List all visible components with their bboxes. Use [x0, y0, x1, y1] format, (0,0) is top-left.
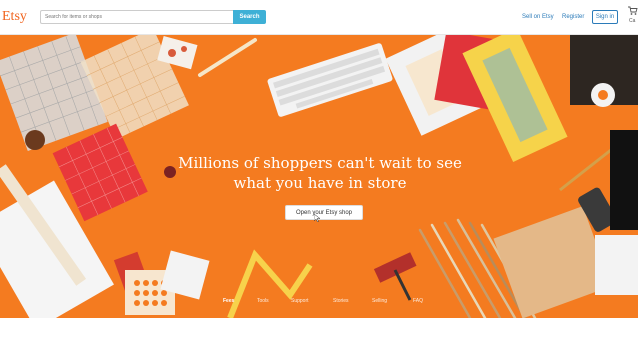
- top-nav-bar: Etsy Search Sell on Etsy Register Sign i…: [0, 0, 638, 35]
- tab-stories[interactable]: Stories: [333, 298, 349, 304]
- hero-banner: Millions of shoppers can't wait to see w…: [0, 35, 638, 318]
- sign-in-button[interactable]: Sign in: [592, 10, 618, 24]
- page-content-area: [0, 318, 638, 358]
- search-input[interactable]: [40, 10, 234, 24]
- cart-label[interactable]: Ca: [629, 18, 635, 24]
- tab-selling[interactable]: Selling: [372, 298, 387, 304]
- tab-support[interactable]: Support: [291, 298, 309, 304]
- search-button[interactable]: Search: [233, 10, 266, 24]
- hero-headline-line-2: what you have in store: [233, 174, 407, 192]
- etsy-logo[interactable]: Etsy: [2, 9, 27, 25]
- hero-headline: Millions of shoppers can't wait to see w…: [170, 153, 470, 193]
- hero-tabs: Fees Tools Support Stories Selling FAQ: [215, 298, 440, 308]
- cart-icon[interactable]: [628, 6, 638, 16]
- hero-headline-line-1: Millions of shoppers can't wait to see: [178, 154, 462, 172]
- register-link[interactable]: Register: [562, 14, 584, 20]
- open-shop-button[interactable]: Open your Etsy shop: [285, 205, 363, 220]
- tab-faq[interactable]: FAQ: [413, 298, 423, 304]
- sell-on-etsy-link[interactable]: Sell on Etsy: [522, 14, 554, 20]
- tab-fees[interactable]: Fees: [223, 298, 234, 304]
- tab-tools[interactable]: Tools: [257, 298, 269, 304]
- cursor-icon: [314, 214, 320, 222]
